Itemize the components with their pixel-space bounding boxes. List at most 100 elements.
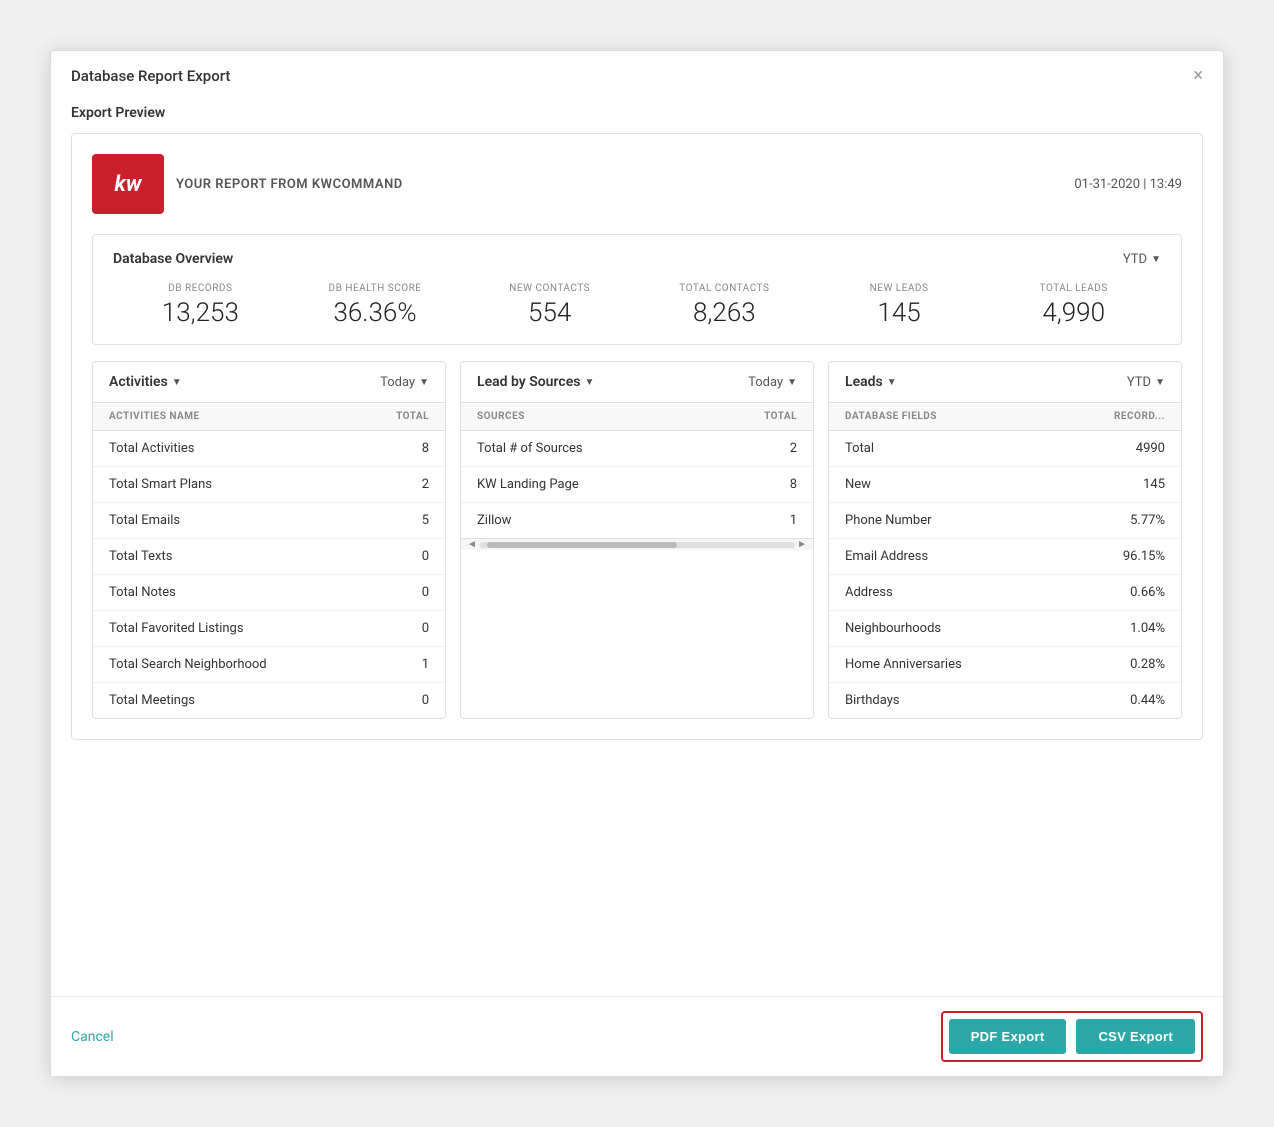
leads-period-selector[interactable]: YTD ▼ — [1127, 375, 1165, 390]
table-row: Total Search Neighborhood1 — [93, 647, 445, 683]
activity-value: 2 — [355, 467, 445, 503]
leads-col1-header: DATABASE FIELDS — [829, 403, 1055, 431]
lead-by-sources-scrollbar[interactable]: ◄ ► — [461, 538, 813, 550]
footer-buttons-group: PDF Export CSV Export — [941, 1011, 1203, 1062]
activity-value: 1 — [355, 647, 445, 683]
lead-by-sources-title-arrow: ▼ — [584, 377, 594, 388]
table-row: Zillow1 — [461, 503, 813, 539]
lead-by-sources-table: SOURCES TOTAL Total # of Sources2KW Land… — [461, 402, 813, 538]
modal-footer: Cancel PDF Export CSV Export — [51, 996, 1223, 1076]
activities-table-header-row: ACTIVITIES NAME TOTAL — [93, 403, 445, 431]
modal-body: Export Preview kw YOUR REPORT FROM KWCOM… — [51, 97, 1223, 996]
leads-title-arrow: ▼ — [887, 377, 897, 388]
leads-period-arrow: ▼ — [1155, 377, 1165, 388]
activity-name: Total Activities — [93, 431, 355, 467]
activity-name: Total Favorited Listings — [93, 611, 355, 647]
table-row: Total Emails5 — [93, 503, 445, 539]
table-row: Address0.66% — [829, 575, 1181, 611]
leads-table-header-row: DATABASE FIELDS RECORD... — [829, 403, 1181, 431]
source-name: Zillow — [461, 503, 700, 539]
stat-db-records: DB RECORDS 13,253 — [113, 283, 288, 328]
leads-panel-header: Leads ▼ YTD ▼ — [829, 362, 1181, 402]
scroll-left-arrow[interactable]: ◄ — [465, 539, 479, 550]
export-preview-label: Export Preview — [71, 97, 1203, 121]
stat-db-records-value: 13,253 — [113, 298, 288, 328]
leads-field-value: 145 — [1055, 467, 1181, 503]
stat-new-leads-value: 145 — [812, 298, 987, 328]
lead-by-sources-panel: Lead by Sources ▼ Today ▼ SOURCES TOT — [460, 361, 814, 719]
modal-header: Database Report Export × — [51, 51, 1223, 97]
table-row: KW Landing Page8 — [461, 467, 813, 503]
leads-field-name: Total — [829, 431, 1055, 467]
report-container: kw YOUR REPORT FROM KWCOMMAND 01-31-2020… — [71, 133, 1203, 740]
stat-total-leads-label: TOTAL LEADS — [986, 283, 1161, 294]
leads-table: DATABASE FIELDS RECORD... Total4990New14… — [829, 402, 1181, 718]
pdf-export-button[interactable]: PDF Export — [949, 1019, 1067, 1054]
stat-total-contacts-label: TOTAL CONTACTS — [637, 283, 812, 294]
lead-by-sources-period-selector[interactable]: Today ▼ — [748, 375, 797, 390]
activity-name: Total Emails — [93, 503, 355, 539]
stat-new-contacts-label: NEW CONTACTS — [462, 283, 637, 294]
leads-panel: Leads ▼ YTD ▼ DATABASE FIELDS RECORD. — [828, 361, 1182, 719]
activity-name: Total Texts — [93, 539, 355, 575]
leads-field-value: 4990 — [1055, 431, 1181, 467]
modal-container: Database Report Export × Export Preview … — [50, 50, 1224, 1077]
scroll-right-arrow[interactable]: ► — [795, 539, 809, 550]
table-row: Total Texts0 — [93, 539, 445, 575]
table-row: New145 — [829, 467, 1181, 503]
table-row: Total Notes0 — [93, 575, 445, 611]
table-row: Home Anniversaries0.28% — [829, 647, 1181, 683]
activities-period-arrow: ▼ — [419, 377, 429, 388]
report-datetime: 01-31-2020 | 13:49 — [1074, 177, 1182, 192]
activity-value: 8 — [355, 431, 445, 467]
leads-field-name: New — [829, 467, 1055, 503]
leads-field-name: Birthdays — [829, 683, 1055, 719]
stat-total-contacts: TOTAL CONTACTS 8,263 — [637, 283, 812, 328]
db-overview-period-label: YTD — [1123, 252, 1147, 267]
scroll-thumb — [487, 542, 677, 548]
table-row: Phone Number5.77% — [829, 503, 1181, 539]
activity-name: Total Search Neighborhood — [93, 647, 355, 683]
activity-value: 0 — [355, 611, 445, 647]
lead-by-sources-table-header-row: SOURCES TOTAL — [461, 403, 813, 431]
table-row: Total4990 — [829, 431, 1181, 467]
scroll-track — [479, 542, 795, 548]
lead-by-sources-col2-header: TOTAL — [700, 403, 813, 431]
cancel-link[interactable]: Cancel — [71, 1029, 114, 1045]
close-icon[interactable]: × — [1193, 67, 1203, 85]
leads-field-value: 1.04% — [1055, 611, 1181, 647]
lead-by-sources-period-arrow: ▼ — [787, 377, 797, 388]
stat-new-contacts-value: 554 — [462, 298, 637, 328]
activities-title-arrow: ▼ — [172, 377, 182, 388]
lead-by-sources-panel-title[interactable]: Lead by Sources ▼ — [477, 374, 594, 390]
stat-total-leads: TOTAL LEADS 4,990 — [986, 283, 1161, 328]
leads-panel-title[interactable]: Leads ▼ — [845, 374, 897, 390]
stat-new-leads: NEW LEADS 145 — [812, 283, 987, 328]
activities-period-selector[interactable]: Today ▼ — [380, 375, 429, 390]
source-value: 1 — [700, 503, 813, 539]
kw-logo: kw YOUR REPORT FROM KWCOMMAND — [92, 154, 403, 214]
stat-total-leads-value: 4,990 — [986, 298, 1161, 328]
leads-field-name: Address — [829, 575, 1055, 611]
table-row: Email Address96.15% — [829, 539, 1181, 575]
db-overview-period-selector[interactable]: YTD ▼ — [1123, 252, 1161, 267]
leads-field-name: Neighbourhoods — [829, 611, 1055, 647]
source-value: 8 — [700, 467, 813, 503]
stat-db-health-label: DB HEALTH SCORE — [288, 283, 463, 294]
activity-name: Total Meetings — [93, 683, 355, 719]
db-overview-header: Database Overview YTD ▼ — [113, 251, 1161, 267]
panels-row: Activities ▼ Today ▼ ACTIVITIES NAME — [92, 361, 1182, 719]
stat-db-health-value: 36.36% — [288, 298, 463, 328]
stat-new-leads-label: NEW LEADS — [812, 283, 987, 294]
csv-export-button[interactable]: CSV Export — [1076, 1019, 1195, 1054]
table-row: Neighbourhoods1.04% — [829, 611, 1181, 647]
leads-field-value: 96.15% — [1055, 539, 1181, 575]
activity-value: 0 — [355, 683, 445, 719]
lead-by-sources-panel-header: Lead by Sources ▼ Today ▼ — [461, 362, 813, 402]
activities-panel-title[interactable]: Activities ▼ — [109, 374, 182, 390]
stat-db-health: DB HEALTH SCORE 36.36% — [288, 283, 463, 328]
activity-value: 5 — [355, 503, 445, 539]
source-name: KW Landing Page — [461, 467, 700, 503]
leads-field-value: 0.28% — [1055, 647, 1181, 683]
db-overview-dropdown-arrow: ▼ — [1151, 254, 1161, 265]
